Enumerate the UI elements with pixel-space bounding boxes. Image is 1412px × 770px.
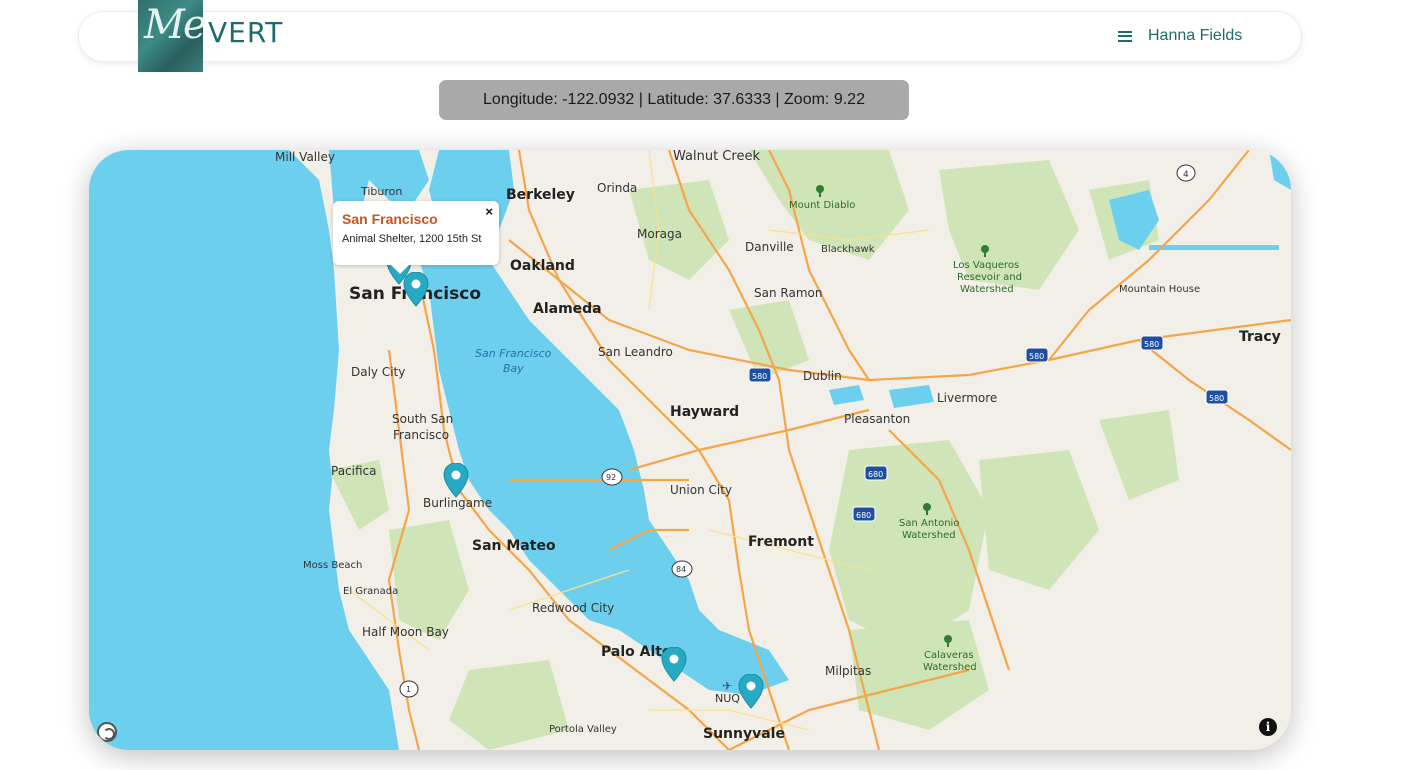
popup-title: San Francisco [342, 211, 438, 227]
label-walnut-creek: Walnut Creek [673, 150, 760, 164]
label-los-vaqueros-3: Watershed [960, 284, 1014, 295]
label-calaveras-1: Calaveras [924, 650, 974, 661]
shield-i580-d: 580 [1205, 389, 1229, 405]
map[interactable]: Mill Valley Walnut Creek Tiburon Berkele… [89, 150, 1291, 750]
shield-i580-a: 580 [748, 367, 772, 383]
map-marker-pin[interactable] [738, 674, 764, 710]
label-dublin: Dublin [803, 369, 842, 383]
label-south-sf-1: South San [392, 412, 453, 426]
label-portola-valley: Portola Valley [549, 724, 617, 735]
map-marker-pin[interactable] [403, 272, 429, 308]
svg-text:580: 580 [1029, 352, 1044, 361]
svg-text:680: 680 [868, 470, 883, 479]
shield-hwy84: 84 [671, 560, 693, 578]
svg-text:4: 4 [1183, 170, 1189, 180]
logo-vert-text: VERT [208, 16, 284, 49]
label-fremont: Fremont [748, 534, 814, 550]
label-pacifica: Pacifica [331, 464, 377, 478]
mapbox-logo-icon[interactable] [97, 722, 117, 742]
label-san-mateo: San Mateo [472, 538, 556, 554]
label-san-antonio-2: Watershed [902, 530, 956, 541]
label-hayward: Hayward [670, 404, 739, 420]
popup-close-button[interactable]: × [485, 204, 493, 219]
attribution-info-icon[interactable]: i [1259, 718, 1277, 736]
label-mill-valley: Mill Valley [275, 150, 335, 164]
label-calaveras-2: Watershed [923, 662, 977, 673]
label-union-city: Union City [670, 483, 732, 497]
svg-text:680: 680 [856, 511, 871, 520]
label-blackhawk: Blackhawk [821, 244, 875, 255]
label-oakland: Oakland [510, 258, 575, 274]
label-san-leandro: San Leandro [598, 345, 673, 359]
shield-hwy4: 4 [1176, 164, 1196, 182]
user-menu-button[interactable]: Hanna Fields [1118, 24, 1242, 48]
label-el-granada: El Granada [343, 586, 398, 597]
mevert-logo[interactable]: Me VERT [138, 0, 288, 74]
shield-i680-a: 680 [864, 465, 888, 481]
label-pleasanton: Pleasanton [844, 412, 910, 426]
label-sunnyvale: Sunnyvale [703, 726, 785, 742]
svg-text:1: 1 [406, 685, 411, 694]
airport-icon: ✈ [722, 679, 732, 693]
map-canvas: Mill Valley Walnut Creek Tiburon Berkele… [89, 150, 1291, 750]
map-marker-pin[interactable] [443, 463, 469, 499]
map-marker-pin[interactable] [661, 647, 687, 683]
label-tiburon: Tiburon [360, 185, 402, 198]
label-san-ramon: San Ramon [754, 286, 822, 300]
label-sf-bay-2: Bay [503, 362, 524, 375]
svg-text:580: 580 [1144, 340, 1159, 349]
shield-hwy1: 1 [399, 680, 419, 698]
label-half-moon-bay: Half Moon Bay [362, 625, 449, 639]
label-moraga: Moraga [637, 227, 682, 241]
label-san-antonio-1: San Antonio [899, 518, 959, 529]
label-los-vaqueros-2: Resevoir and [957, 272, 1022, 283]
svg-text:84: 84 [676, 565, 686, 574]
label-mount-diablo: Mount Diablo [789, 200, 855, 211]
label-south-sf-2: Francisco [393, 428, 449, 442]
shield-i680-b: 680 [852, 506, 876, 522]
label-daly-city: Daly City [351, 365, 405, 379]
svg-text:580: 580 [1209, 394, 1224, 403]
label-redwood-city: Redwood City [532, 601, 614, 615]
user-name: Hanna Fields [1148, 27, 1243, 44]
label-nuq: NUQ [715, 692, 740, 705]
marker-popup: × San Francisco Animal Shelter, 1200 15t… [333, 201, 499, 274]
logo-me-text: Me [144, 2, 207, 48]
label-orinda: Orinda [597, 181, 637, 195]
label-los-vaqueros-1: Los Vaqueros [953, 260, 1019, 271]
label-alameda: Alameda [533, 301, 602, 317]
hamburger-icon [1118, 30, 1132, 42]
label-milpitas: Milpitas [825, 664, 871, 678]
label-berkeley: Berkeley [506, 187, 575, 203]
label-moss-beach: Moss Beach [303, 560, 362, 571]
label-sf-bay-1: San Francisco [475, 347, 552, 360]
svg-text:580: 580 [752, 372, 767, 381]
svg-text:92: 92 [606, 473, 616, 482]
label-livermore: Livermore [937, 391, 997, 405]
label-danville: Danville [745, 240, 794, 254]
coordinates-text: Longitude: -122.0932 | Latitude: 37.6333… [483, 91, 865, 108]
label-tracy: Tracy [1239, 329, 1281, 345]
coordinates-readout: Longitude: -122.0932 | Latitude: 37.6333… [439, 80, 909, 120]
shield-i580-c: 580 [1140, 335, 1164, 351]
popup-subtitle: Animal Shelter, 1200 15th St [342, 233, 482, 245]
shield-i580-b: 580 [1025, 347, 1049, 363]
shield-hwy92: 92 [601, 468, 623, 486]
label-mountain-house: Mountain House [1119, 284, 1200, 295]
